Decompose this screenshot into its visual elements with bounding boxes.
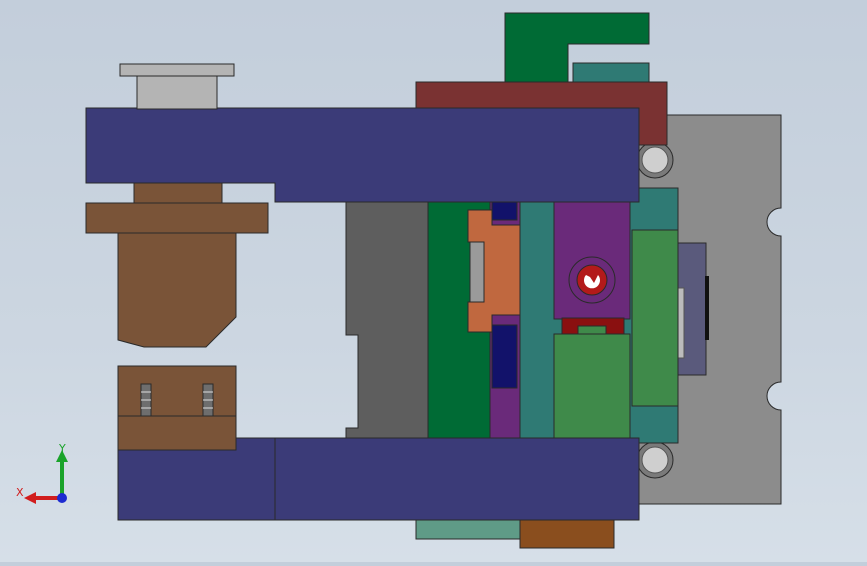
x-axis-label: X (16, 486, 24, 499)
green-lower-block[interactable] (553, 333, 631, 448)
gray-cap-left[interactable] (136, 74, 218, 110)
assembly-model[interactable] (0, 0, 867, 562)
die-pin-left[interactable] (140, 383, 152, 417)
brown-punch-flange[interactable] (85, 202, 269, 234)
brown-die-block[interactable] (117, 365, 237, 451)
navy-insert-top[interactable] (491, 199, 518, 221)
gray-stepped-block[interactable] (345, 199, 431, 441)
z-axis-dot (57, 493, 67, 503)
y-axis-label: Y (58, 442, 66, 455)
light-green-block[interactable] (631, 229, 679, 407)
gray-cap-flange[interactable] (119, 63, 235, 77)
bronze-strip-bottom[interactable] (519, 519, 615, 549)
navy-insert-bottom[interactable] (491, 324, 518, 389)
brown-punch-body[interactable] (117, 232, 237, 348)
brown-punch-neck[interactable] (133, 182, 223, 205)
die-pin-right[interactable] (202, 383, 214, 417)
orientation-triad: Y X (16, 442, 68, 504)
graphics-viewport[interactable]: Y X (0, 0, 867, 562)
